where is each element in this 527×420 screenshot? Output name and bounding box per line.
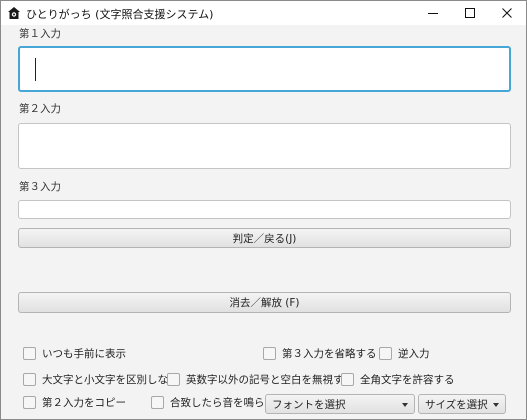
checkbox-box xyxy=(167,373,180,386)
checkbox-label: 第２入力をコピー xyxy=(42,397,126,409)
checkbox-label: 逆入力 xyxy=(398,348,430,360)
size-select-label: サイズを選択 xyxy=(425,398,488,411)
close-icon xyxy=(502,8,512,18)
input3-label: 第３入力 xyxy=(19,181,61,193)
input2-label: 第２入力 xyxy=(19,103,61,115)
checkbox-box xyxy=(151,396,164,409)
minimize-button[interactable] xyxy=(415,1,451,25)
checkbox-box xyxy=(341,373,354,386)
title-bar[interactable]: ひとりがっち (文字照合支援システム) xyxy=(1,1,526,25)
checkbox-label: いつも手前に表示 xyxy=(42,348,126,360)
sound-on-match-checkbox[interactable]: 合致したら音を鳴らす xyxy=(151,395,275,410)
reverse-input-checkbox[interactable]: 逆入力 xyxy=(379,346,430,361)
always-on-top-checkbox[interactable]: いつも手前に表示 xyxy=(23,346,126,361)
checkbox-box xyxy=(23,347,36,360)
close-button[interactable] xyxy=(489,1,525,25)
text-caret xyxy=(35,58,36,81)
size-select[interactable]: サイズを選択 xyxy=(418,394,506,414)
font-select-label: フォントを選択 xyxy=(272,398,346,411)
font-select[interactable]: フォントを選択 xyxy=(265,394,415,414)
ignore-case-checkbox[interactable]: 大文字と小文字を区別しない xyxy=(23,372,179,387)
checkbox-label: 第３入力を省略する xyxy=(282,348,377,360)
checkbox-box xyxy=(23,373,36,386)
checkbox-box xyxy=(23,396,36,409)
window-title: ひとりがっち (文字照合支援システム) xyxy=(26,8,214,21)
checkbox-label: 大文字と小文字を区別しない xyxy=(42,374,179,386)
skip-input3-checkbox[interactable]: 第３入力を省略する xyxy=(263,346,377,361)
input2-field[interactable] xyxy=(18,123,511,169)
checkbox-box xyxy=(379,347,392,360)
checkbox-box xyxy=(263,347,276,360)
allow-fullwidth-checkbox[interactable]: 全角文字を許容する xyxy=(341,372,455,387)
input1-field[interactable] xyxy=(18,46,511,92)
input1-label: 第１入力 xyxy=(19,28,61,40)
checkbox-label: 全角文字を許容する xyxy=(360,374,455,386)
input3-field[interactable] xyxy=(18,200,511,219)
minimize-icon xyxy=(428,13,438,14)
app-window: ひとりがっち (文字照合支援システム) 第１入力 第２入力 第３入力 判定／戻る… xyxy=(0,0,527,420)
ignore-symbols-checkbox[interactable]: 英数字以外の記号と空白を無視する xyxy=(167,372,354,387)
copy-input2-checkbox[interactable]: 第２入力をコピー xyxy=(23,395,126,410)
chevron-down-icon xyxy=(402,403,408,407)
checkbox-label: 英数字以外の記号と空白を無視する xyxy=(186,374,354,386)
chevron-down-icon xyxy=(493,403,499,407)
app-icon xyxy=(8,7,20,19)
clear-release-button[interactable]: 消去／解放 (F) xyxy=(18,292,511,313)
maximize-button[interactable] xyxy=(452,1,488,25)
judge-back-button[interactable]: 判定／戻る(J) xyxy=(18,228,511,248)
maximize-icon xyxy=(465,8,475,18)
checkbox-label: 合致したら音を鳴らす xyxy=(170,397,275,409)
